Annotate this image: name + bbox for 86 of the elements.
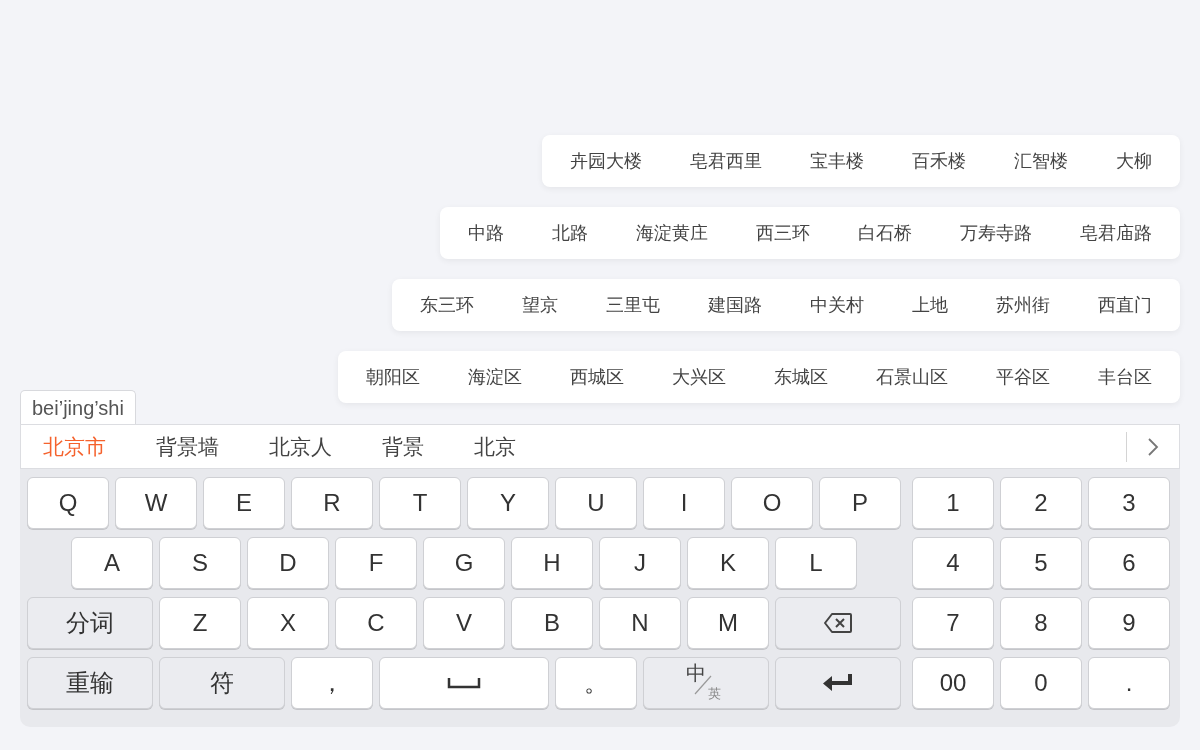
suggestion-item[interactable]: 汇智楼 xyxy=(1014,147,1068,175)
key[interactable]: P xyxy=(819,477,901,529)
number-key[interactable]: 2 xyxy=(1000,477,1082,529)
suggestion-item[interactable]: 建国路 xyxy=(708,291,762,319)
number-key[interactable]: 9 xyxy=(1088,597,1170,649)
key[interactable]: H xyxy=(511,537,593,589)
suggestion-item[interactable]: 东三环 xyxy=(420,291,474,319)
key[interactable]: L xyxy=(775,537,857,589)
suggestion-item[interactable]: 丰台区 xyxy=(1098,363,1152,391)
key[interactable]: F xyxy=(335,537,417,589)
suggestion-item[interactable]: 百禾楼 xyxy=(912,147,966,175)
key[interactable]: Y xyxy=(467,477,549,529)
key[interactable]: S xyxy=(159,537,241,589)
key[interactable]: M xyxy=(687,597,769,649)
key[interactable]: G xyxy=(423,537,505,589)
candidate-word[interactable]: 北京人 xyxy=(269,430,332,463)
suggestion-item[interactable]: 白石桥 xyxy=(858,219,912,247)
key[interactable]: I xyxy=(643,477,725,529)
suggestion-item[interactable]: 中路 xyxy=(468,219,504,247)
suggestion-item[interactable]: 大兴区 xyxy=(672,363,726,391)
suggestion-item[interactable]: 西三环 xyxy=(756,219,810,247)
language-switch-key[interactable]: 中 英 xyxy=(643,657,769,709)
number-key[interactable]: 7 xyxy=(912,597,994,649)
key[interactable]: Z xyxy=(159,597,241,649)
backspace-key[interactable] xyxy=(775,597,901,649)
space-icon xyxy=(447,677,481,689)
suggestion-item[interactable]: 万寿寺路 xyxy=(960,219,1032,247)
key[interactable]: A xyxy=(71,537,153,589)
enter-key[interactable] xyxy=(775,657,901,709)
composition-text: bei’jing’shi xyxy=(20,390,136,424)
key[interactable]: O xyxy=(731,477,813,529)
key[interactable]: J xyxy=(599,537,681,589)
candidate-word[interactable]: 背景墙 xyxy=(156,430,219,463)
suggestion-item[interactable]: 卉园大楼 xyxy=(570,147,642,175)
key[interactable]: W xyxy=(115,477,197,529)
backspace-icon xyxy=(823,612,853,634)
number-key[interactable]: 0 xyxy=(1000,657,1082,709)
number-key[interactable]: 4 xyxy=(912,537,994,589)
suggestion-item[interactable]: 大柳 xyxy=(1116,147,1152,175)
chinese-label: 中 xyxy=(686,663,706,683)
suggestion-item[interactable]: 东城区 xyxy=(774,363,828,391)
suggestion-item[interactable]: 海淀黄庄 xyxy=(636,219,708,247)
suggestion-item[interactable]: 朝阳区 xyxy=(366,363,420,391)
suggestion-item[interactable]: 望京 xyxy=(522,291,558,319)
enter-icon xyxy=(822,673,854,693)
suggestion-item[interactable]: 西城区 xyxy=(570,363,624,391)
suggestion-item[interactable]: 中关村 xyxy=(810,291,864,319)
suggestion-item[interactable]: 上地 xyxy=(912,291,948,319)
chevron-right-icon[interactable] xyxy=(1147,436,1159,457)
function-key[interactable]: 符 xyxy=(159,657,285,709)
number-key[interactable]: 00 xyxy=(912,657,994,709)
key[interactable]: D xyxy=(247,537,329,589)
key[interactable]: 。 xyxy=(555,657,637,709)
suggestion-item[interactable]: 石景山区 xyxy=(876,363,948,391)
key[interactable]: T xyxy=(379,477,461,529)
function-key[interactable]: 分词 xyxy=(27,597,153,649)
suggestion-item[interactable]: 海淀区 xyxy=(468,363,522,391)
english-label: 英 xyxy=(708,687,721,700)
number-key[interactable]: 8 xyxy=(1000,597,1082,649)
suggestion-item[interactable]: 皂君西里 xyxy=(690,147,762,175)
suggestion-item[interactable]: 北路 xyxy=(552,219,588,247)
function-key[interactable]: 重输 xyxy=(27,657,153,709)
suggestion-item[interactable]: 苏州街 xyxy=(996,291,1050,319)
suggestion-item[interactable]: 皂君庙路 xyxy=(1080,219,1152,247)
key[interactable]: N xyxy=(599,597,681,649)
key[interactable]: C xyxy=(335,597,417,649)
number-key[interactable]: . xyxy=(1088,657,1170,709)
key[interactable]: E xyxy=(203,477,285,529)
suggestion-item[interactable]: 宝丰楼 xyxy=(810,147,864,175)
suggestion-item[interactable]: 平谷区 xyxy=(996,363,1050,391)
suggestion-item[interactable]: 三里屯 xyxy=(606,291,660,319)
candidate-word[interactable]: 北京 xyxy=(474,430,516,463)
key[interactable]: Q xyxy=(27,477,109,529)
key[interactable]: R xyxy=(291,477,373,529)
candidate-word[interactable]: 背景 xyxy=(382,430,424,463)
number-key[interactable]: 5 xyxy=(1000,537,1082,589)
key[interactable]: X xyxy=(247,597,329,649)
key[interactable]: U xyxy=(555,477,637,529)
number-key[interactable]: 6 xyxy=(1088,537,1170,589)
key[interactable]: V xyxy=(423,597,505,649)
suggestion-item[interactable]: 西直门 xyxy=(1098,291,1152,319)
number-key[interactable]: 1 xyxy=(912,477,994,529)
key[interactable]: ， xyxy=(291,657,373,709)
key[interactable]: B xyxy=(511,597,593,649)
number-key[interactable]: 3 xyxy=(1088,477,1170,529)
key[interactable]: K xyxy=(687,537,769,589)
